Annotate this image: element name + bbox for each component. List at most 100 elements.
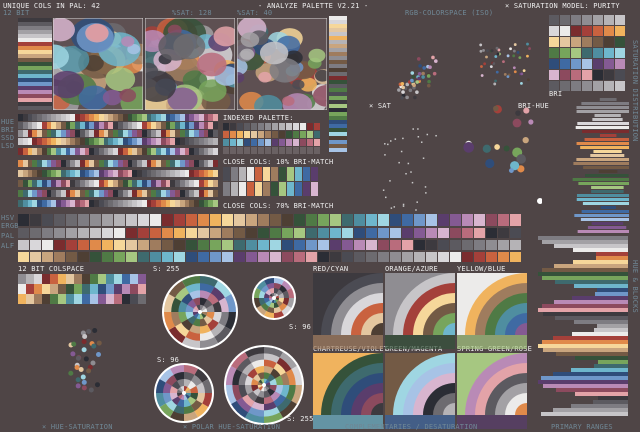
palette-bar-low [126, 240, 137, 250]
palette-bar-low [498, 240, 509, 250]
pair-label-2: ORANGE/AZURE [385, 265, 438, 273]
app-title: - ANALYZE PALETTE V2.21 - [258, 2, 369, 10]
strip-cell [213, 114, 219, 121]
palette-bar-bottom [114, 252, 125, 262]
palette-bar-mid [150, 228, 161, 238]
colspace-cell [90, 284, 98, 294]
hue-sat-point [83, 356, 89, 362]
rgb-point [416, 57, 421, 61]
bri-bar [572, 178, 629, 181]
palette-swatch [560, 59, 570, 69]
close-cols-10-label: CLOSE COLS: 10% BRI-MATCH [223, 158, 334, 166]
colspace-cell [18, 274, 26, 284]
rgb-point [513, 70, 517, 74]
palette-bar-top [246, 214, 257, 226]
palette-bar-low [474, 240, 485, 250]
graph-blob [119, 88, 137, 103]
bri-bar [599, 98, 617, 101]
hue-sat-point [81, 339, 87, 345]
rgb-point [421, 71, 425, 76]
indexed-cell [244, 123, 250, 130]
colspace-cell [90, 294, 98, 304]
palette-bar-top [450, 214, 461, 226]
dot [382, 189, 385, 191]
palette-swatch [582, 37, 592, 47]
palette-bar-bottom [126, 252, 137, 262]
saturation-model-toggle[interactable]: × SATURATION MODEL: PURITY [505, 2, 620, 10]
palette-bar-top [354, 214, 365, 226]
palette-bar-bottom [162, 252, 173, 262]
hue-sat-point [81, 385, 87, 391]
colspace-cell [130, 274, 138, 284]
dot [426, 133, 429, 136]
palette-bar-mid [498, 228, 509, 238]
indexed-cell [272, 147, 278, 154]
palette-swatch [549, 48, 559, 58]
palette-bar-mid [138, 228, 149, 238]
palette-bar-mid [342, 228, 353, 238]
palette-bar-mid [18, 228, 29, 238]
palette-bar-bottom [42, 252, 53, 262]
rgb-point [482, 49, 485, 52]
palette-bar-bottom [474, 252, 485, 262]
rgb-point [400, 81, 405, 86]
palette-bar-top [18, 214, 29, 226]
palette-swatch [582, 59, 592, 69]
polar-wheels [154, 274, 304, 425]
palette-bar-bottom [174, 252, 185, 262]
palette-bar-low [462, 240, 473, 250]
colspace-cell [66, 294, 74, 304]
wheel-center [182, 391, 186, 395]
palette-bar-top [186, 214, 197, 226]
palette-bar-top [66, 214, 77, 226]
hue-sat-point [75, 383, 81, 389]
colspace-cell [58, 274, 66, 284]
rgb-point [495, 46, 499, 50]
indexed-cell [230, 139, 236, 146]
graph-blob [259, 41, 289, 65]
palette-bar-mid [210, 228, 221, 238]
palette-bar-bottom [198, 252, 209, 262]
bri-hue-point [515, 110, 521, 116]
palette-bar-mid [366, 228, 377, 238]
colspace-cell [74, 274, 82, 284]
rgb-point [412, 83, 416, 88]
palette-swatch [604, 37, 614, 47]
palette-bar-bottom [438, 252, 449, 262]
palette-bar-bottom [18, 252, 29, 262]
indexed-cell [237, 139, 243, 146]
palette-swatch [571, 48, 581, 58]
palette-swatch [549, 26, 559, 36]
indexed-cell [258, 139, 264, 146]
palette-bar-bottom [234, 252, 245, 262]
colspace-cell [114, 284, 122, 294]
colspace-cell [82, 284, 90, 294]
bri-bar [591, 222, 624, 225]
palette-bar-mid [126, 228, 137, 238]
palette-bar-mid [186, 228, 197, 238]
colspace-cell [42, 284, 50, 294]
palette-bar-mid [306, 228, 317, 238]
palette-swatch [593, 26, 603, 36]
palette-bar-mid [390, 228, 401, 238]
bri-bar [578, 182, 629, 185]
palette-bar-low [258, 240, 269, 250]
palette-swatch [560, 70, 570, 80]
bri-bar [581, 102, 629, 105]
palette-bar-low [54, 240, 65, 250]
rgb-point [408, 88, 413, 93]
palette-bar-mid [90, 228, 101, 238]
palette-bar-low [198, 240, 209, 250]
palette-bar-bottom [318, 252, 329, 262]
strip-cell [213, 160, 219, 167]
palette-swatch [604, 26, 614, 36]
hue-sat-point [70, 351, 76, 357]
palette-bar-bottom [78, 252, 89, 262]
palette-swatch [571, 59, 581, 69]
palette-bar-top [366, 214, 377, 226]
colspace-cell [50, 284, 58, 294]
palette-bar-low [342, 240, 353, 250]
hue-sat-point [88, 387, 94, 393]
indexed-cell [258, 123, 264, 130]
row-label-hue: HUE [1, 118, 15, 126]
